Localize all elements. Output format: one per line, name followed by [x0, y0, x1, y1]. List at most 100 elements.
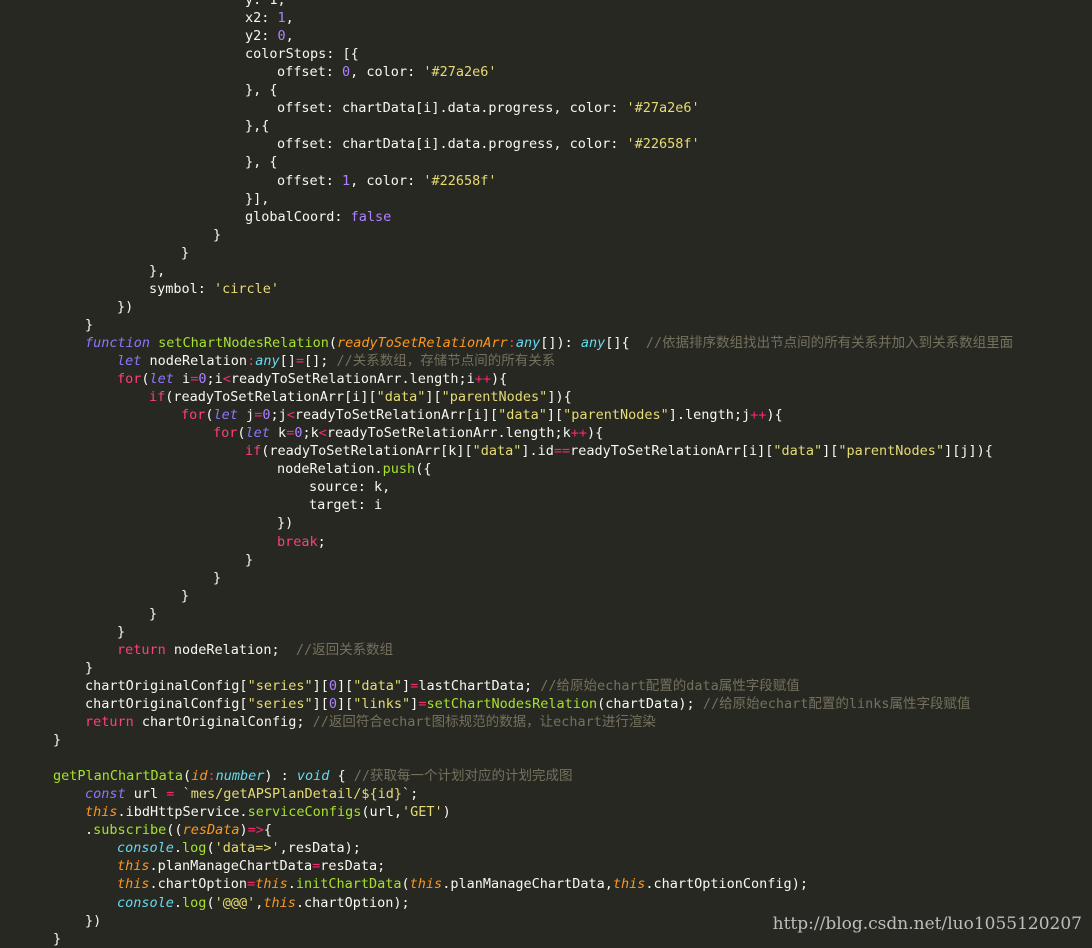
code-line[interactable]: }): [85, 912, 101, 930]
code-token: subscribe: [93, 822, 167, 839]
code-line[interactable]: function setChartNodesRelation(readyToSe…: [85, 334, 1013, 352]
code-line[interactable]: chartOriginalConfig["series"][0]["data"]…: [85, 677, 800, 695]
code-line[interactable]: this.ibdHttpService.serviceConfigs(url,'…: [85, 803, 451, 821]
code-token: }: [53, 732, 62, 749]
code-line[interactable]: },{: [245, 117, 269, 135]
code-token: j: [237, 407, 255, 424]
code-line[interactable]: }: [181, 587, 189, 605]
code-line[interactable]: }: [117, 623, 125, 641]
code-token: setChartNodesRelation: [158, 334, 329, 351]
code-line[interactable]: }: [85, 659, 93, 677]
code-line[interactable]: break;: [277, 533, 326, 551]
code-line[interactable]: getPlanChartData(id:number) : void { //获…: [53, 767, 573, 785]
code-token: return: [85, 714, 134, 730]
code-token: readyToSetRelationArr[i][: [294, 407, 499, 424]
code-line[interactable]: const url = `mes/getAPSPlanDetail/${id}`…: [85, 785, 418, 803]
code-token: ){: [586, 425, 604, 442]
code-line[interactable]: console.log('@@@',this.chartOption);: [117, 894, 410, 912]
code-token: (: [237, 425, 246, 442]
code-token: source: k,: [309, 479, 391, 496]
code-line[interactable]: this.planManageChartData=resData;: [117, 857, 385, 875]
code-token: },{: [245, 118, 270, 135]
code-token: let: [117, 353, 142, 369]
code-line[interactable]: }: [85, 316, 93, 334]
code-line[interactable]: globalCoord: false: [245, 208, 391, 226]
code-token: nodeRelation;: [165, 641, 296, 658]
code-line[interactable]: }: [213, 569, 221, 587]
code-line[interactable]: console.log('data=>',resData);: [117, 839, 361, 857]
code-line[interactable]: if(readyToSetRelationArr[i]["data"]["par…: [149, 388, 572, 406]
code-line[interactable]: colorStops: [{: [245, 45, 359, 63]
code-token: k: [269, 425, 287, 442]
code-token: []):: [540, 334, 581, 351]
code-line[interactable]: }, {: [245, 81, 278, 99]
code-line[interactable]: chartOriginalConfig["series"][0]["links"…: [85, 695, 970, 713]
code-line[interactable]: for(let i=0;i<readyToSetRelationArr.leng…: [117, 370, 507, 388]
code-line[interactable]: offset: 0, color: '#27a2e6': [277, 63, 496, 81]
code-token: ][: [312, 695, 329, 712]
code-line[interactable]: symbol: 'circle': [149, 280, 279, 298]
code-line[interactable]: for(let k=0;k<readyToSetRelationArr.leng…: [213, 424, 603, 442]
code-line[interactable]: nodeRelation.push({: [277, 460, 431, 478]
code-token: void: [296, 768, 330, 785]
code-line[interactable]: if(readyToSetRelationArr[k]["data"].id==…: [245, 442, 993, 460]
code-token: id: [191, 768, 208, 785]
code-line[interactable]: }): [277, 514, 293, 532]
code-token: },: [149, 262, 166, 279]
code-line[interactable]: return nodeRelation; //返回关系数组: [117, 641, 393, 659]
code-line[interactable]: }: [53, 930, 61, 948]
code-line[interactable]: for(let j=0;j<readyToSetRelationArr[i]["…: [181, 406, 783, 424]
code-line[interactable]: offset: chartData[i].data.progress, colo…: [277, 99, 700, 117]
code-token: ((: [166, 822, 183, 839]
code-line[interactable]: this.chartOption=this.initChartData(this…: [117, 875, 808, 893]
code-line[interactable]: },: [149, 262, 165, 280]
code-token: nodeRelation: [141, 353, 248, 369]
code-line[interactable]: }],: [245, 190, 269, 208]
code-editor[interactable]: y: 1, x2: 1, y2: 0, colorStops: [{offset: 0…: [0, 0, 1092, 947]
code-token: `mes/getAPSPlanDetail/${id}`: [182, 786, 411, 803]
code-line[interactable]: offset: 1, color: '#22658f': [277, 172, 496, 190]
code-token: 'data=>': [214, 840, 280, 857]
code-line[interactable]: }: [53, 731, 61, 749]
code-token: ][: [425, 389, 442, 406]
code-token: }): [277, 515, 294, 532]
code-token: .chartOption: [149, 876, 248, 893]
code-line[interactable]: target: i: [309, 496, 382, 514]
code-token: }: [85, 659, 94, 676]
code-line[interactable]: }: [181, 244, 189, 262]
code-token: offset: chartData[i].data.progress, colo…: [277, 100, 627, 117]
code-token: (readyToSetRelationArr[i][: [165, 389, 377, 406]
code-token: ]){: [547, 389, 572, 406]
code-token: , color:: [350, 64, 424, 81]
code-line[interactable]: offset: chartData[i].data.progress, colo…: [277, 135, 700, 153]
code-line[interactable]: }, {: [245, 153, 278, 171]
code-line[interactable]: }: [213, 226, 221, 244]
code-token: number: [215, 768, 265, 785]
code-line[interactable]: .subscribe((resData)=>{: [85, 821, 272, 839]
code-line[interactable]: }): [117, 298, 133, 316]
code-line[interactable]: }: [245, 551, 253, 569]
code-token: "series": [247, 695, 313, 712]
code-line[interactable]: let nodeRelation:any[]=[]; //关系数组，存储节点间的…: [117, 352, 555, 370]
code-token: nodeRelation.: [277, 461, 383, 478]
code-token: (: [183, 768, 192, 785]
code-line[interactable]: x2: 1,: [245, 9, 294, 27]
code-token: setChartNodesRelation: [426, 695, 598, 712]
code-token: "data": [353, 677, 403, 694]
code-line[interactable]: }: [149, 605, 157, 623]
code-token: (: [206, 840, 215, 857]
code-token: "data": [472, 443, 522, 460]
code-token: "data": [376, 389, 426, 406]
code-line[interactable]: y2: 0,: [245, 27, 294, 45]
code-token: readyToSetRelationArr: [337, 334, 508, 351]
code-token: //返回关系数组: [295, 641, 394, 658]
code-line[interactable]: source: k,: [309, 478, 390, 496]
code-token: push: [382, 461, 416, 478]
code-token: url: [125, 786, 167, 803]
code-token: x2:: [245, 10, 278, 27]
code-token: any: [255, 353, 280, 369]
code-token: //依据排序数组找出节点间的所有关系并加入到关系数组里面: [645, 334, 1014, 351]
code-line[interactable]: return chartOriginalConfig; //返回符合echart…: [85, 713, 656, 731]
code-token: ,: [285, 28, 294, 45]
code-line[interactable]: y: 1,: [245, 0, 286, 9]
